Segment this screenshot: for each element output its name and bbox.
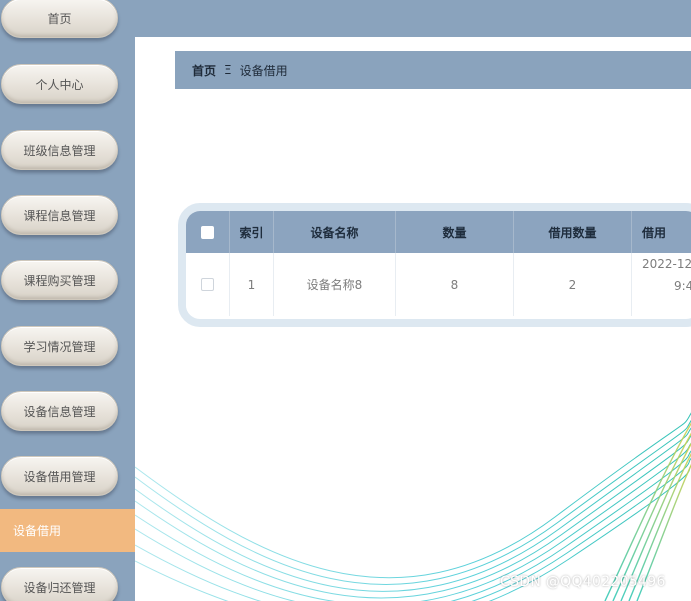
top-bar [135, 0, 691, 37]
sidebar-item-home[interactable]: 首页 [1, 0, 118, 38]
sidebar-item-study-status[interactable]: 学习情况管理 [1, 326, 118, 366]
sidebar-item-device-borrow-management[interactable]: 设备借用管理 [1, 456, 118, 496]
sidebar-item-course-management[interactable]: 课程信息管理 [1, 195, 118, 235]
app-root: 首页 个人中心 班级信息管理 课程信息管理 课程购买管理 学习情况管理 设备信息… [0, 0, 691, 601]
table-header: 索引 设备名称 数量 借用数量 借用 [186, 211, 691, 253]
sidebar-item-personal-center[interactable]: 个人中心 [1, 64, 118, 104]
table-row: 1 设备名称8 8 2 2022-12 9:4 [186, 253, 691, 316]
column-header-borrow-date: 借用 [632, 211, 691, 253]
breadcrumb-home[interactable]: 首页 [192, 62, 216, 79]
data-table: 索引 设备名称 数量 借用数量 借用 1 设备名称8 8 2 2022-12 9… [178, 203, 691, 327]
sidebar-item-device-return[interactable]: 设备归还管理 [1, 567, 118, 601]
row-checkbox[interactable] [201, 278, 214, 291]
sidebar-item-course-purchase[interactable]: 课程购买管理 [1, 260, 118, 300]
cell-borrow-date-line1: 2022-12 [642, 257, 691, 271]
breadcrumb: 首页 Ξ 设备借用 [175, 51, 691, 89]
cell-quantity: 8 [396, 253, 514, 316]
sidebar-item-device-borrow[interactable]: 设备借用 [0, 509, 135, 552]
select-all-checkbox[interactable] [201, 225, 214, 239]
cell-borrowed-quantity: 2 [514, 253, 632, 316]
watermark: CSDN @QQ402205496 [500, 574, 666, 590]
column-header-borrowed-quantity: 借用数量 [514, 211, 632, 253]
row-select-cell [186, 253, 230, 316]
column-header-device-name: 设备名称 [274, 211, 396, 253]
main-content: 首页 Ξ 设备借用 索引 设备名称 数量 借用数量 借用 1 设备名称8 8 2… [135, 37, 691, 601]
breadcrumb-current: 设备借用 [239, 63, 288, 78]
column-header-index: 索引 [230, 211, 274, 253]
breadcrumb-separator-icon: Ξ [224, 63, 232, 77]
cell-device-name: 设备名称8 [274, 253, 396, 316]
header-select-all-cell [186, 211, 230, 253]
column-header-quantity: 数量 [396, 211, 514, 253]
cell-index: 1 [230, 253, 274, 316]
sidebar: 首页 个人中心 班级信息管理 课程信息管理 课程购买管理 学习情况管理 设备信息… [0, 0, 135, 601]
cell-borrow-date-line2: 9:4 [674, 279, 691, 293]
cell-borrow-date: 2022-12 9:4 [632, 253, 691, 316]
sidebar-item-device-info[interactable]: 设备信息管理 [1, 391, 118, 431]
sidebar-item-class-management[interactable]: 班级信息管理 [1, 130, 118, 170]
